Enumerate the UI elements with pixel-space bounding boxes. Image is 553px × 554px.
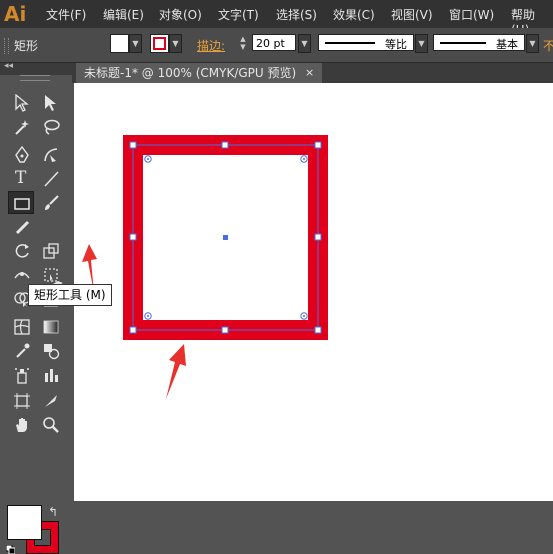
resize-handle-left[interactable] bbox=[129, 233, 137, 241]
resize-handle-bottom[interactable] bbox=[221, 326, 229, 334]
resize-handle-top[interactable] bbox=[221, 141, 229, 149]
resize-handle-top-left[interactable] bbox=[129, 141, 137, 149]
tool-tooltip: 矩形工具 (M) bbox=[28, 284, 112, 306]
resize-handle-top-right[interactable] bbox=[314, 141, 322, 149]
annotation-arrow-stroke bbox=[166, 344, 186, 399]
resize-handle-bottom-right[interactable] bbox=[314, 326, 322, 334]
swap-fill-stroke-icon[interactable]: ↰ bbox=[48, 505, 58, 519]
artwork-layer bbox=[82, 135, 328, 399]
resize-handle-right[interactable] bbox=[314, 233, 322, 241]
center-point bbox=[223, 235, 228, 240]
fill-color-box[interactable] bbox=[7, 505, 42, 540]
default-fill-stroke-icon[interactable] bbox=[6, 545, 15, 554]
resize-handle-bottom-left[interactable] bbox=[129, 326, 137, 334]
